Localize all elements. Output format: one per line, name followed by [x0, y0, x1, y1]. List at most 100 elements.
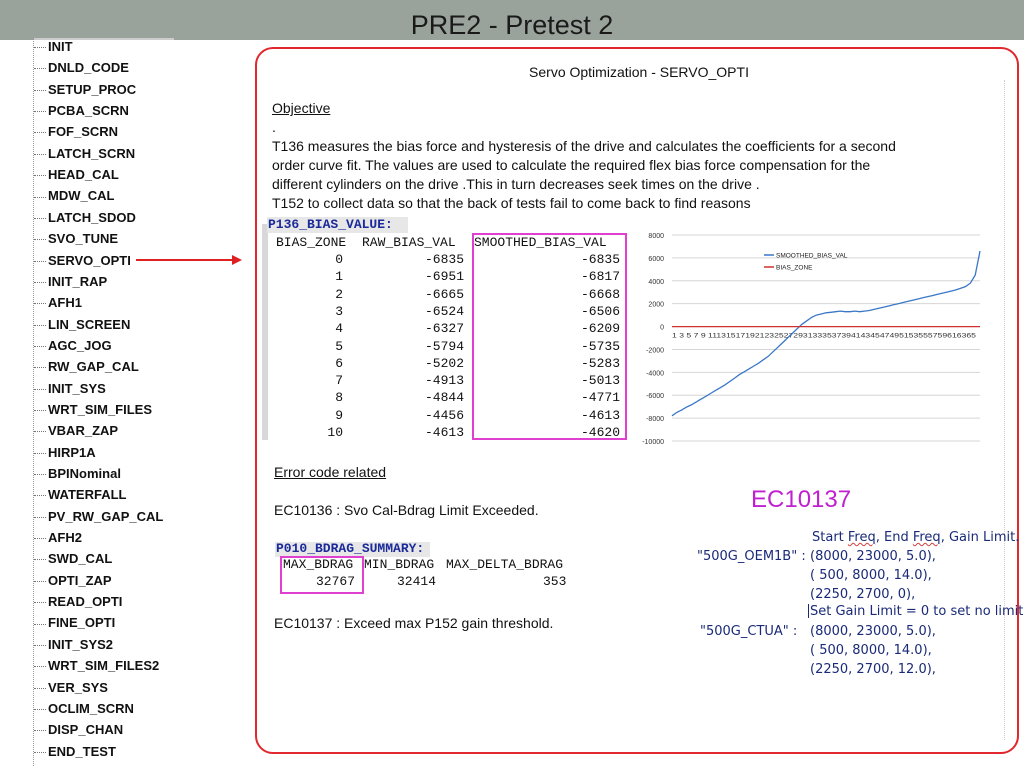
- title-bar: PRE2 - Pretest 2: [0, 0, 1024, 40]
- sidebar-item[interactable]: READ_OPTI: [34, 594, 122, 614]
- bias-table-cell: -6327: [424, 321, 464, 337]
- sidebar-item[interactable]: PV_RW_GAP_CAL: [34, 509, 163, 529]
- set-gain-note: Set Gain Limit = 0 to set no limit: [810, 604, 1024, 619]
- sidebar-item-label: INIT_SYS2: [48, 636, 114, 652]
- tree-connector: [34, 495, 46, 497]
- sidebar-item[interactable]: AGC_JOG: [34, 338, 112, 358]
- sidebar-item[interactable]: FOF_SCRN: [34, 124, 118, 144]
- bdrag-title: P010_BDRAG_SUMMARY:: [276, 541, 425, 556]
- ctua-row-1: (8000, 23000, 5.0),: [810, 624, 936, 639]
- bdrag-header-min: MIN_BDRAG: [364, 557, 435, 572]
- bias-table-cell: -5794: [424, 338, 464, 354]
- objective-dot: .: [272, 119, 276, 135]
- gain-note-header: Start Freq, End Freq, Gain Limit.: [812, 530, 1020, 545]
- sidebar-item-label: SVO_TUNE: [48, 231, 119, 247]
- tree-connector: [34, 410, 46, 411]
- sidebar-item-label: WRT_SIM_FILES: [48, 401, 153, 417]
- sidebar-item-label: HEAD_CAL: [48, 167, 119, 183]
- sidebar-item-label: SWD_CAL: [48, 551, 113, 567]
- sidebar-item[interactable]: INIT_SYS2: [34, 637, 113, 657]
- bdrag-value-delta: 353: [543, 574, 567, 589]
- y-tick-label: -6000: [646, 393, 664, 400]
- oem-row-3: (2250, 2700, 0),: [810, 587, 916, 602]
- sidebar-item-label: OCLIM_SCRN: [48, 700, 134, 716]
- sidebar-item-label: RW_GAP_CAL: [48, 359, 139, 375]
- bias-table-cell: 4: [335, 321, 343, 337]
- test-sequence-list: INIT DNLD_CODE SETUP_PROC PCBA_SCRN FOF_SCRN…: [33, 38, 174, 766]
- tree-connector: [34, 281, 46, 283]
- sidebar-item[interactable]: WRT_SIM_FILES2: [34, 658, 159, 678]
- sidebar-item[interactable]: LATCH_SCRN: [34, 146, 135, 166]
- sidebar-item[interactable]: END_TEST: [34, 744, 116, 764]
- sidebar-item-label: HIRP1A: [48, 444, 96, 460]
- sidebar-item[interactable]: FINE_OPTI: [34, 615, 115, 635]
- error-ec10136: EC10136 : Svo Cal-Bdrag Limit Exceeded.: [274, 502, 539, 518]
- bias-table-cell: -5202: [424, 355, 464, 371]
- sidebar-item[interactable]: VBAR_ZAP: [34, 423, 118, 443]
- x-tick-labels: 1 3 5 7 9 111315171921232527293133353739…: [672, 334, 977, 340]
- sidebar-item[interactable]: SERVO_OPTI: [34, 253, 131, 273]
- y-tick-label: -2000: [646, 347, 664, 354]
- y-tick-label: 0: [660, 325, 664, 332]
- sidebar-item[interactable]: INIT_RAP: [34, 274, 107, 294]
- bias-table-cell: 5: [335, 338, 343, 354]
- sidebar-item[interactable]: LIN_SCREEN: [34, 317, 130, 337]
- y-tick-label: 6000: [648, 256, 664, 263]
- oem-row-1: (8000, 23000, 5.0),: [810, 549, 936, 564]
- sidebar-item[interactable]: WRT_SIM_FILES: [34, 402, 152, 422]
- sidebar-item[interactable]: BPINominal: [34, 466, 121, 486]
- tree-connector: [34, 474, 46, 476]
- tree-connector: [34, 666, 46, 668]
- sidebar-item[interactable]: INIT: [34, 39, 73, 59]
- bias-table-cell: 1: [335, 269, 343, 285]
- sidebar-item[interactable]: SETUP_PROC: [34, 82, 136, 102]
- tree-connector: [34, 111, 46, 113]
- sidebar-item-label: PCBA_SCRN: [48, 103, 129, 119]
- tree-connector: [34, 751, 46, 753]
- objective-line-1: T136 measures the bias force and hystere…: [272, 138, 896, 154]
- sidebar-item[interactable]: OPTI_ZAP: [34, 573, 112, 593]
- ctua-row-3: (2250, 2700, 12.0),: [810, 662, 936, 677]
- sidebar-item[interactable]: VER_SYS: [34, 680, 108, 700]
- tree-connector: [34, 239, 46, 241]
- sidebar-item-label: VER_SYS: [48, 679, 108, 695]
- pointer-arrow-head: [232, 255, 242, 265]
- sidebar-item[interactable]: AFH1: [34, 295, 82, 315]
- y-tick-label: 4000: [648, 279, 664, 286]
- tree-connector: [34, 431, 46, 433]
- sidebar-item[interactable]: MDW_CAL: [34, 188, 114, 208]
- sidebar-item[interactable]: WATERFALL: [34, 487, 126, 507]
- ctua-row-2: ( 500, 8000, 14.0),: [810, 643, 932, 658]
- tree-connector: [34, 602, 46, 604]
- sidebar-item[interactable]: INIT_SYS: [34, 381, 106, 401]
- bias-table-cell: 7: [335, 373, 343, 389]
- sidebar-item[interactable]: LATCH_SDOD: [34, 210, 136, 230]
- sidebar-item[interactable]: AFH2: [34, 530, 82, 550]
- bias-table-cell: -4456: [424, 407, 464, 423]
- ctua-label: "500G_CTUA" :: [700, 624, 798, 639]
- sidebar-item[interactable]: HIRP1A: [34, 445, 96, 465]
- tree-connector: [34, 687, 46, 689]
- sidebar-item[interactable]: RW_GAP_CAL: [34, 359, 139, 379]
- sidebar-item-label: LATCH_SCRN: [48, 145, 136, 161]
- y-tick-label: -4000: [646, 370, 664, 377]
- sidebar-item-label: PV_RW_GAP_CAL: [48, 508, 164, 524]
- bias-table-cell: -4613: [424, 425, 464, 440]
- sidebar-item-label: WRT_SIM_FILES2: [48, 658, 160, 674]
- tree-connector: [34, 260, 46, 262]
- sidebar-item[interactable]: SVO_TUNE: [34, 231, 118, 251]
- sidebar-item-label: SETUP_PROC: [48, 81, 137, 97]
- header-freq-1: Freq: [847, 530, 876, 545]
- tree-connector: [34, 388, 46, 390]
- sidebar-item[interactable]: OCLIM_SCRN: [34, 701, 134, 721]
- ec10137-callout: EC10137: [751, 486, 852, 513]
- sidebar-item[interactable]: PCBA_SCRN: [34, 103, 129, 123]
- sidebar-item[interactable]: HEAD_CAL: [34, 167, 119, 187]
- sidebar-item[interactable]: DISP_CHAN: [34, 722, 123, 742]
- tree-connector: [34, 132, 46, 134]
- bias-table-cell: -4913: [424, 373, 464, 389]
- sidebar-item-label: FOF_SCRN: [48, 124, 119, 140]
- oem-row-2: ( 500, 8000, 14.0),: [810, 568, 932, 583]
- legend-label: BIAS_ZONE: [776, 265, 813, 272]
- sidebar-item[interactable]: SWD_CAL: [34, 551, 112, 571]
